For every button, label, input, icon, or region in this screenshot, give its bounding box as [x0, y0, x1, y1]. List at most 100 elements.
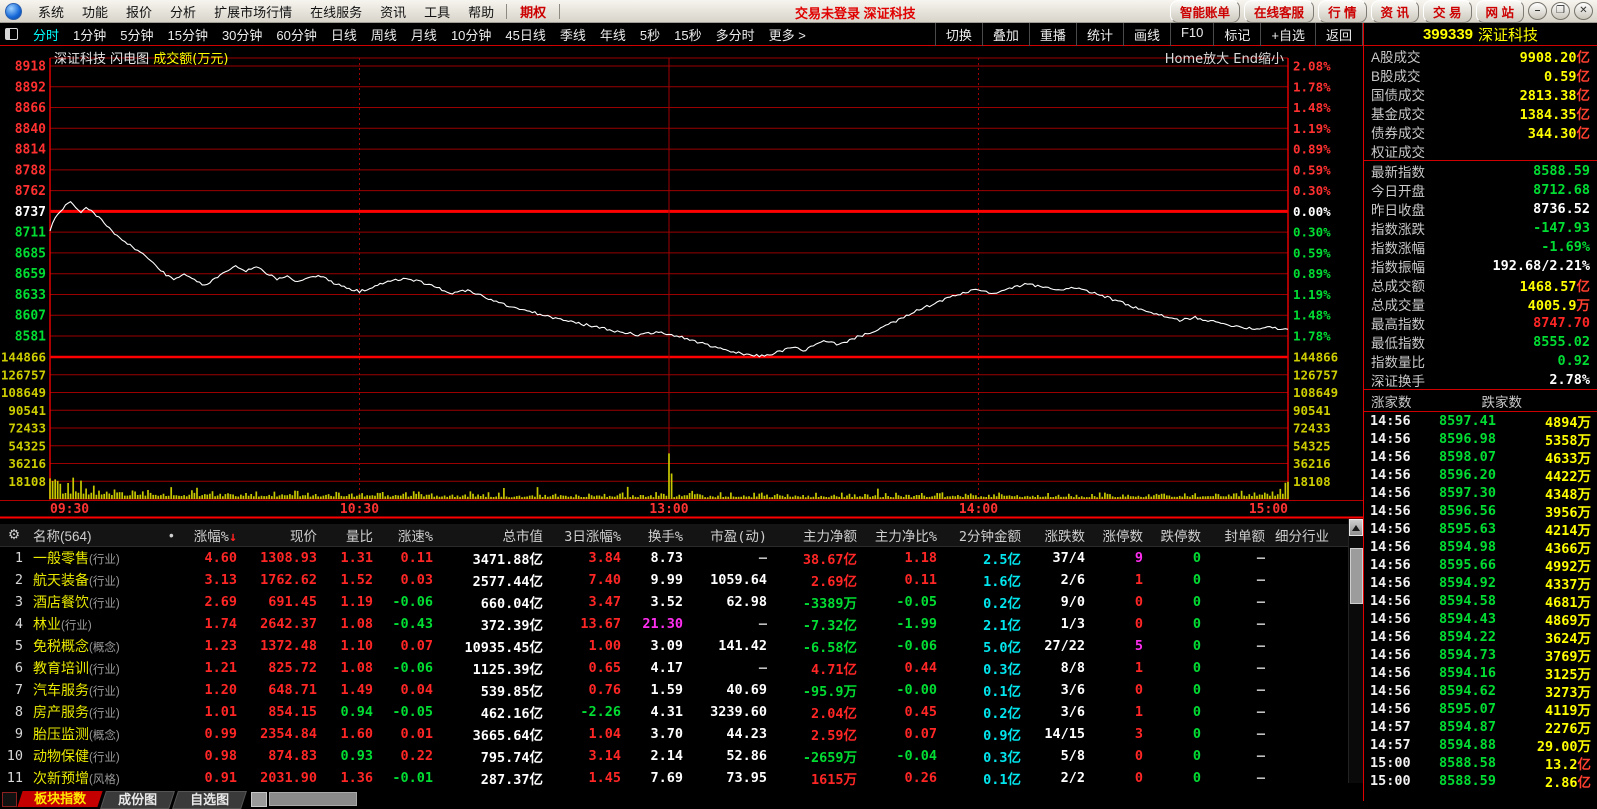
tool-统计[interactable]: 统计: [1077, 23, 1124, 46]
period-周线[interactable]: 周线: [364, 28, 404, 43]
minimize-button[interactable]: –: [1528, 2, 1547, 20]
tool-重播[interactable]: 重播: [1030, 23, 1077, 46]
header-limit-up[interactable]: 涨停数: [1090, 525, 1148, 545]
period-分时[interactable]: 分时: [26, 28, 66, 43]
tool-+自选[interactable]: +自选: [1261, 23, 1316, 46]
tool-F10[interactable]: F10: [1171, 23, 1214, 46]
titlebar-button[interactable]: 行 情: [1318, 0, 1366, 23]
table-row[interactable]: 9胎压监测(概念)0.992354.841.600.013665.64亿1.04…: [0, 723, 1363, 745]
tool-返回[interactable]: 返回: [1316, 23, 1363, 46]
header-sub-industry[interactable]: 细分行业: [1270, 525, 1330, 545]
cell-market-cap: -2.26: [548, 704, 626, 720]
menu-item-功能[interactable]: 功能: [73, 5, 117, 20]
cell-updown-count: 0: [1090, 682, 1148, 698]
menu-item-系统[interactable]: 系统: [29, 5, 73, 20]
header-pe[interactable]: 市盈(动): [688, 525, 772, 545]
stat-value: -147.93: [1533, 220, 1590, 236]
tab-成份图[interactable]: 成份图: [100, 791, 175, 809]
period-30分钟[interactable]: 30分钟: [215, 28, 269, 43]
cell-pe: 2.69亿: [772, 570, 862, 590]
table-row[interactable]: 2航天装备(行业)3.131762.621.520.032577.44亿7.40…: [0, 569, 1363, 591]
svg-text:108649: 108649: [1293, 385, 1338, 400]
table-row[interactable]: 1一般零售(行业)4.601308.931.310.113471.88亿3.84…: [0, 547, 1363, 569]
menu-item-分析[interactable]: 分析: [161, 5, 205, 20]
titlebar-button[interactable]: 智能账单: [1170, 0, 1240, 23]
settings-gear-icon[interactable]: ⚙: [0, 527, 28, 543]
table-row[interactable]: 7汽车服务(行业)1.20648.711.490.04539.85亿0.761.…: [0, 679, 1363, 701]
decliners-label: 跌家数: [1482, 391, 1523, 411]
period-15秒[interactable]: 15秒: [667, 28, 708, 43]
header-limit-down[interactable]: 跌停数: [1148, 525, 1206, 545]
tool-切换[interactable]: 切换: [936, 23, 983, 46]
table-row[interactable]: 11次新预增(风格)0.912031.901.36-0.01287.37亿1.4…: [0, 767, 1363, 789]
cell-vol-ratio: 0.22: [378, 748, 438, 764]
header-main-net-pct[interactable]: 主力净比%: [862, 525, 942, 545]
tick-time: 14:57: [1370, 737, 1422, 753]
horizontal-scrollbar-thumb[interactable]: [269, 792, 357, 806]
menu-item-扩展市场行情[interactable]: 扩展市场行情: [205, 5, 301, 20]
table-scrollbar[interactable]: [1348, 519, 1363, 783]
period-季线[interactable]: 季线: [553, 28, 593, 43]
intraday-chart[interactable]: 89182.08%88921.78%88661.48%88401.19%8814…: [0, 46, 1363, 519]
header-change-3d[interactable]: 3日涨幅%: [548, 525, 626, 545]
cell-change-pct: 1308.93: [242, 550, 322, 566]
period-日线[interactable]: 日线: [324, 28, 364, 43]
header-turnover[interactable]: 换手%: [626, 525, 688, 545]
header-main-net[interactable]: 主力净额: [772, 525, 862, 545]
menu-item-工具[interactable]: 工具: [415, 5, 459, 20]
restore-button[interactable]: ❐: [1551, 2, 1570, 20]
header-change-pct[interactable]: 涨幅%↓: [180, 525, 242, 545]
table-row[interactable]: 3酒店餐饮(行业)2.69691.451.19-0.06660.04亿3.473…: [0, 591, 1363, 613]
period-年线[interactable]: 年线: [593, 28, 633, 43]
period-5分钟[interactable]: 5分钟: [113, 28, 160, 43]
cell-limit-up: 0: [1148, 550, 1206, 566]
tool-标记[interactable]: 标记: [1214, 23, 1261, 46]
tab-板块指数[interactable]: 板块指数: [17, 791, 102, 807]
cell-limit-up: 0: [1148, 572, 1206, 588]
table-row[interactable]: 6教育培训(行业)1.21825.721.08-0.061125.39亿0.65…: [0, 657, 1363, 679]
scrollbar-thumb[interactable]: [1350, 548, 1363, 604]
period-5秒[interactable]: 5秒: [633, 28, 667, 43]
menu-item-帮助[interactable]: 帮助: [459, 5, 503, 20]
period-15分钟[interactable]: 15分钟: [160, 28, 214, 43]
table-body: 1一般零售(行业)4.601308.931.310.113471.88亿3.84…: [0, 547, 1363, 789]
tick-price: 8597.30: [1422, 485, 1513, 501]
header-seal-amount[interactable]: 封单额: [1206, 525, 1270, 545]
panel-toggle-icon[interactable]: [5, 28, 18, 40]
updown-header: 涨家数 跌家数: [1364, 390, 1597, 411]
period-45日线[interactable]: 45日线: [498, 28, 552, 43]
titlebar-button[interactable]: 交 易: [1423, 0, 1471, 23]
titlebar-button[interactable]: 资 讯: [1371, 0, 1419, 23]
header-amount-2min[interactable]: 2分钟金额: [942, 525, 1026, 545]
header-dot[interactable]: •: [164, 528, 180, 543]
header-price[interactable]: 现价: [242, 525, 322, 545]
table-row[interactable]: 4林业(行业)1.742642.371.08-0.43372.39亿13.672…: [0, 613, 1363, 635]
svg-text:18108: 18108: [1293, 474, 1331, 489]
menu-item-在线服务[interactable]: 在线服务: [301, 5, 371, 20]
titlebar-button[interactable]: 网 站: [1476, 0, 1524, 23]
period-10分钟[interactable]: 10分钟: [444, 28, 498, 43]
close-button[interactable]: ✕: [1574, 2, 1593, 20]
period-1分钟[interactable]: 1分钟: [66, 28, 113, 43]
tab-自选图[interactable]: 自选图: [172, 791, 247, 809]
header-market-cap[interactable]: 总市值: [438, 525, 548, 545]
header-speed[interactable]: 涨速%: [378, 525, 438, 545]
header-updown-count[interactable]: 涨跌数: [1026, 525, 1090, 545]
period-月线[interactable]: 月线: [404, 28, 444, 43]
menu-item-资讯[interactable]: 资讯: [371, 5, 415, 20]
period-more[interactable]: 更多 >: [762, 25, 813, 44]
menu-item-options[interactable]: 期权: [510, 2, 556, 21]
table-row[interactable]: 8房产服务(行业)1.01854.150.94-0.05462.16亿-2.26…: [0, 701, 1363, 723]
table-row[interactable]: 5免税概念(概念)1.231372.481.100.0710935.45亿1.0…: [0, 635, 1363, 657]
tool-叠加[interactable]: 叠加: [983, 23, 1030, 46]
titlebar-button[interactable]: 在线客服: [1244, 0, 1314, 23]
header-vol-ratio[interactable]: 量比: [322, 525, 378, 545]
tick-amount: 2276万: [1513, 717, 1591, 737]
period-60分钟[interactable]: 60分钟: [269, 28, 323, 43]
table-row[interactable]: 10动物保健(行业)0.98874.830.930.22795.74亿3.142…: [0, 745, 1363, 767]
header-name[interactable]: 名称(564): [28, 525, 164, 545]
period-多分时[interactable]: 多分时: [709, 28, 762, 43]
menu-item-报价[interactable]: 报价: [117, 5, 161, 20]
tool-画线[interactable]: 画线: [1124, 23, 1171, 46]
scroll-up-button[interactable]: [1349, 519, 1363, 536]
